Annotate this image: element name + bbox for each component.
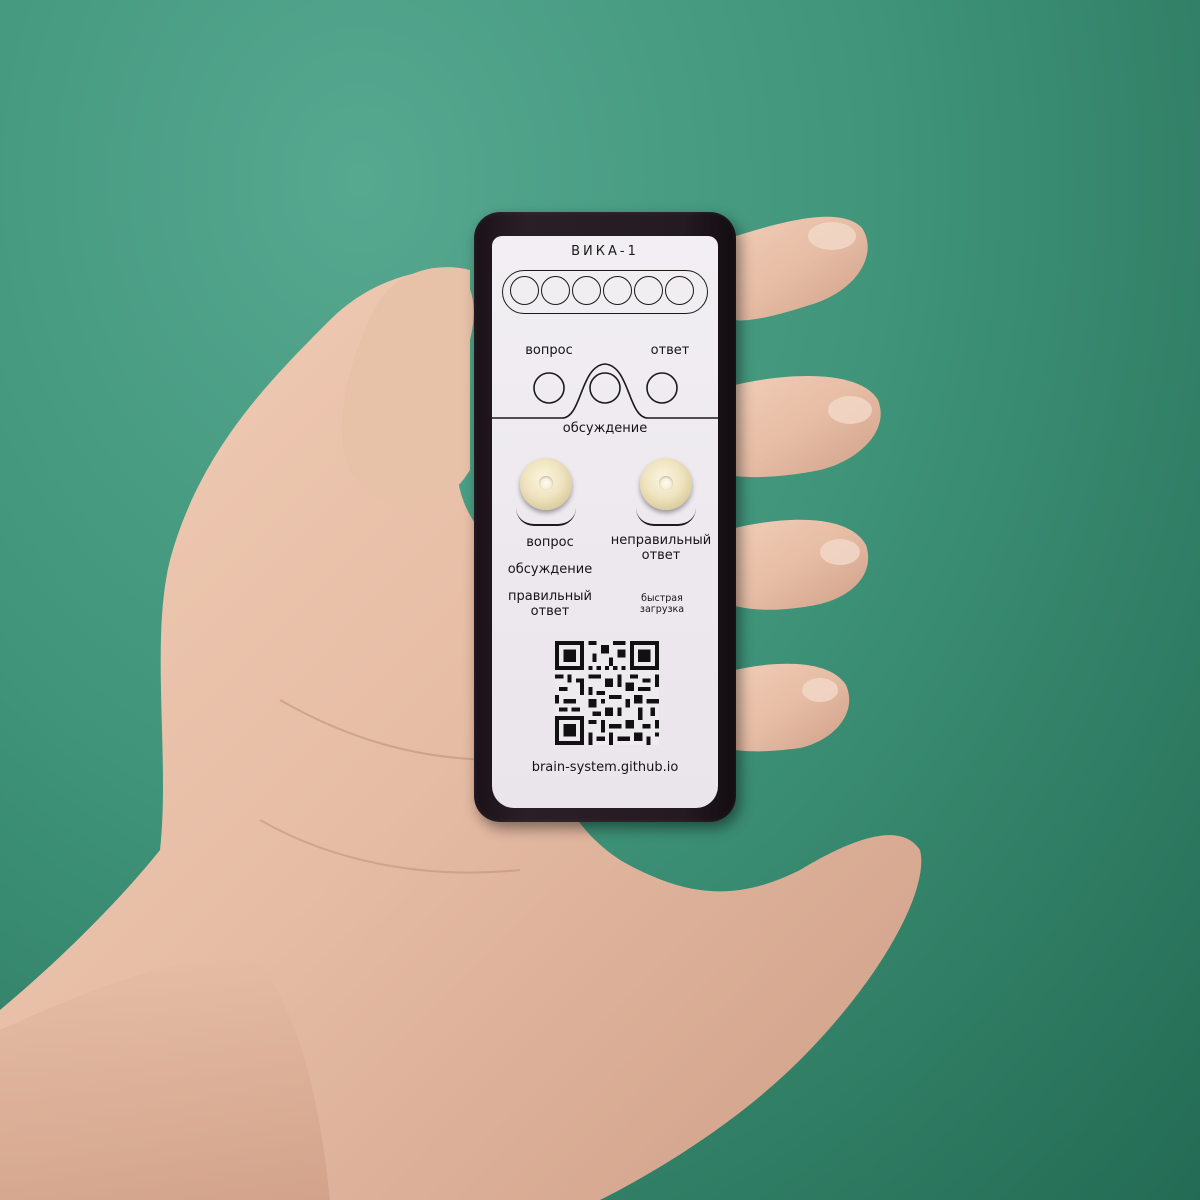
device-title: ВИКА-1 [571, 244, 639, 259]
led-indicator-6 [665, 276, 694, 305]
device-faceplate: ВИКА-1 вопрос ответ обсуждение вопрос об… [492, 236, 718, 808]
led-indicator-1 [510, 276, 539, 305]
led-indicators [510, 276, 694, 305]
qr-code-icon [555, 641, 659, 745]
right-button-arc [636, 508, 696, 526]
left-button-label-correct-answer: правильный ответ [507, 589, 592, 619]
left-button-label-discussion: обсуждение [507, 562, 593, 577]
mode-label-discussion: обсуждение [562, 421, 648, 436]
led-indicator-5 [634, 276, 663, 305]
left-button-label-question: вопрос [526, 535, 574, 550]
left-button[interactable] [520, 458, 572, 510]
led-indicator-3 [572, 276, 601, 305]
led-indicator-4 [603, 276, 632, 305]
led-indicator-2 [541, 276, 570, 305]
photo-scene: ВИКА-1 вопрос ответ обсуждение вопрос об… [0, 0, 1200, 1200]
right-button-label-wrong-answer: неправильный ответ [610, 533, 712, 563]
left-button-arc [516, 508, 576, 526]
website-url: brain-system.github.io [531, 760, 679, 775]
right-button-label-fast-load: быстрая загрузка [639, 593, 685, 615]
vika-remote-device: ВИКА-1 вопрос ответ обсуждение вопрос об… [474, 212, 736, 822]
right-button[interactable] [640, 458, 692, 510]
